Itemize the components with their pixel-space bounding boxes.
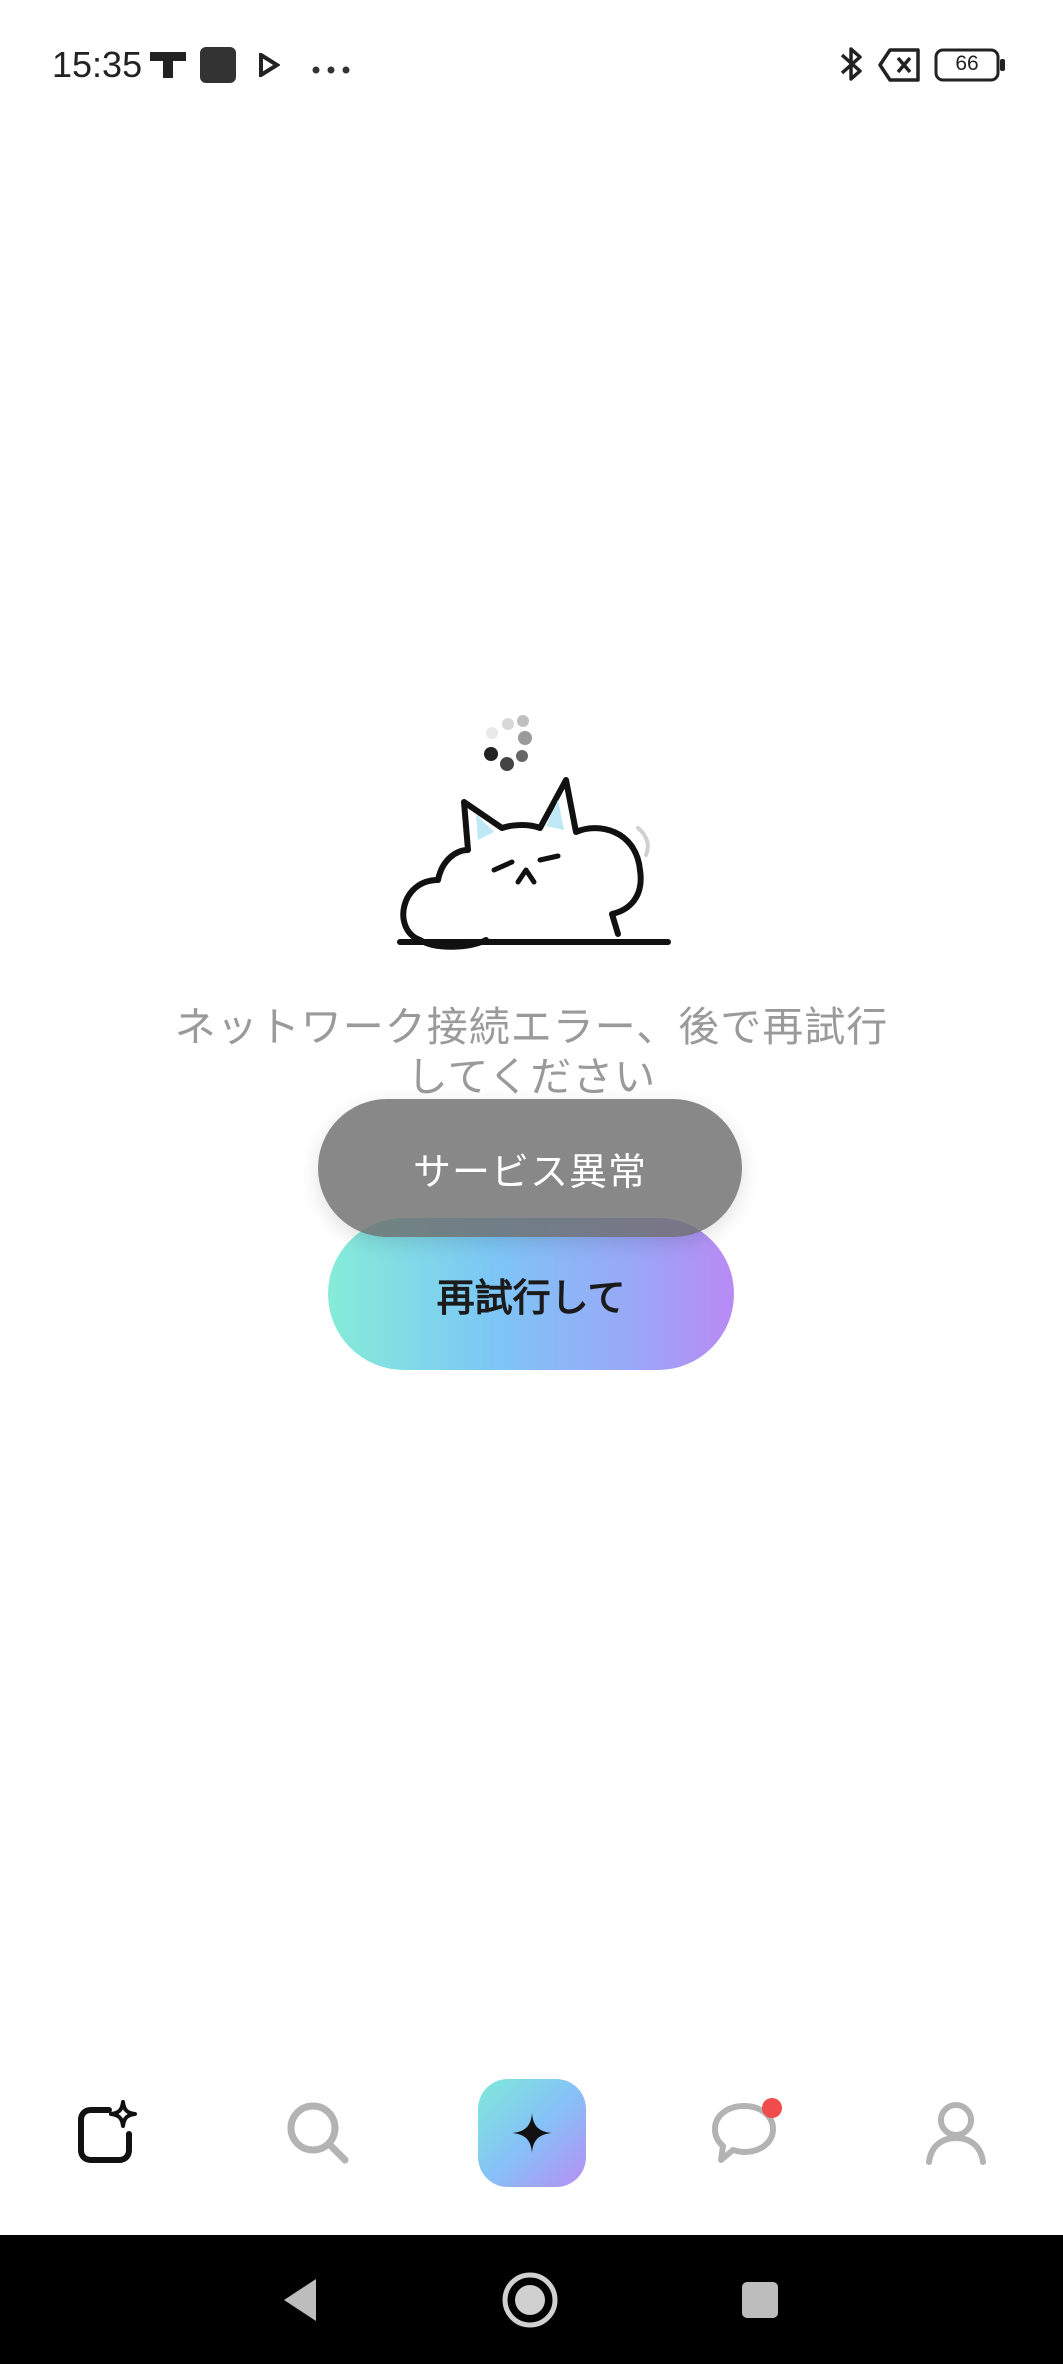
bottom-tab-bar — [0, 2030, 1063, 2235]
ai-button — [478, 2078, 586, 2187]
error-illustration — [390, 710, 680, 960]
battery-level: 66 — [955, 52, 979, 75]
sparkle-edit-icon — [78, 2099, 137, 2163]
tab-search[interactable] — [248, 2030, 388, 2235]
system-nav-bar — [0, 2235, 1063, 2364]
bluetooth-icon — [838, 44, 866, 88]
tab-profile[interactable] — [886, 2030, 1026, 2235]
play-icon — [258, 51, 281, 81]
user-icon — [926, 2101, 986, 2165]
loading-dots-icon — [484, 715, 532, 771]
nav-home-button[interactable] — [470, 2235, 590, 2364]
more-dots-icon — [312, 60, 352, 79]
nav-back-button[interactable] — [240, 2235, 360, 2364]
status-time: 15:35 — [52, 44, 143, 85]
retry-button[interactable]: 再試行して — [328, 1218, 734, 1370]
home-circle-icon — [502, 2272, 558, 2327]
tab-messages[interactable] — [674, 2030, 814, 2235]
search-icon — [287, 2102, 349, 2163]
status-bar: 15:35 66 — [0, 0, 1063, 130]
back-triangle-icon — [284, 2278, 316, 2321]
service-error-toast: サービス異常 — [318, 1099, 742, 1237]
nav-recents-button[interactable] — [700, 2235, 820, 2364]
message-badge-dot — [762, 2098, 782, 2118]
tab-ai[interactable] — [462, 2030, 602, 2235]
retry-button-label: 再試行して — [436, 1275, 626, 1320]
sparkle-icon — [512, 2112, 552, 2153]
recents-square-icon — [742, 2281, 778, 2318]
toast-text: サービス異常 — [412, 1149, 647, 1194]
tab-create[interactable] — [38, 2030, 178, 2235]
tiktok-icon — [150, 50, 186, 84]
app-square-icon — [200, 47, 236, 87]
battery-icon: 66 — [934, 48, 1006, 82]
error-message: ネットワーク接続エラー、後で再試行してください — [174, 1003, 889, 1101]
no-sim-icon — [878, 48, 922, 86]
